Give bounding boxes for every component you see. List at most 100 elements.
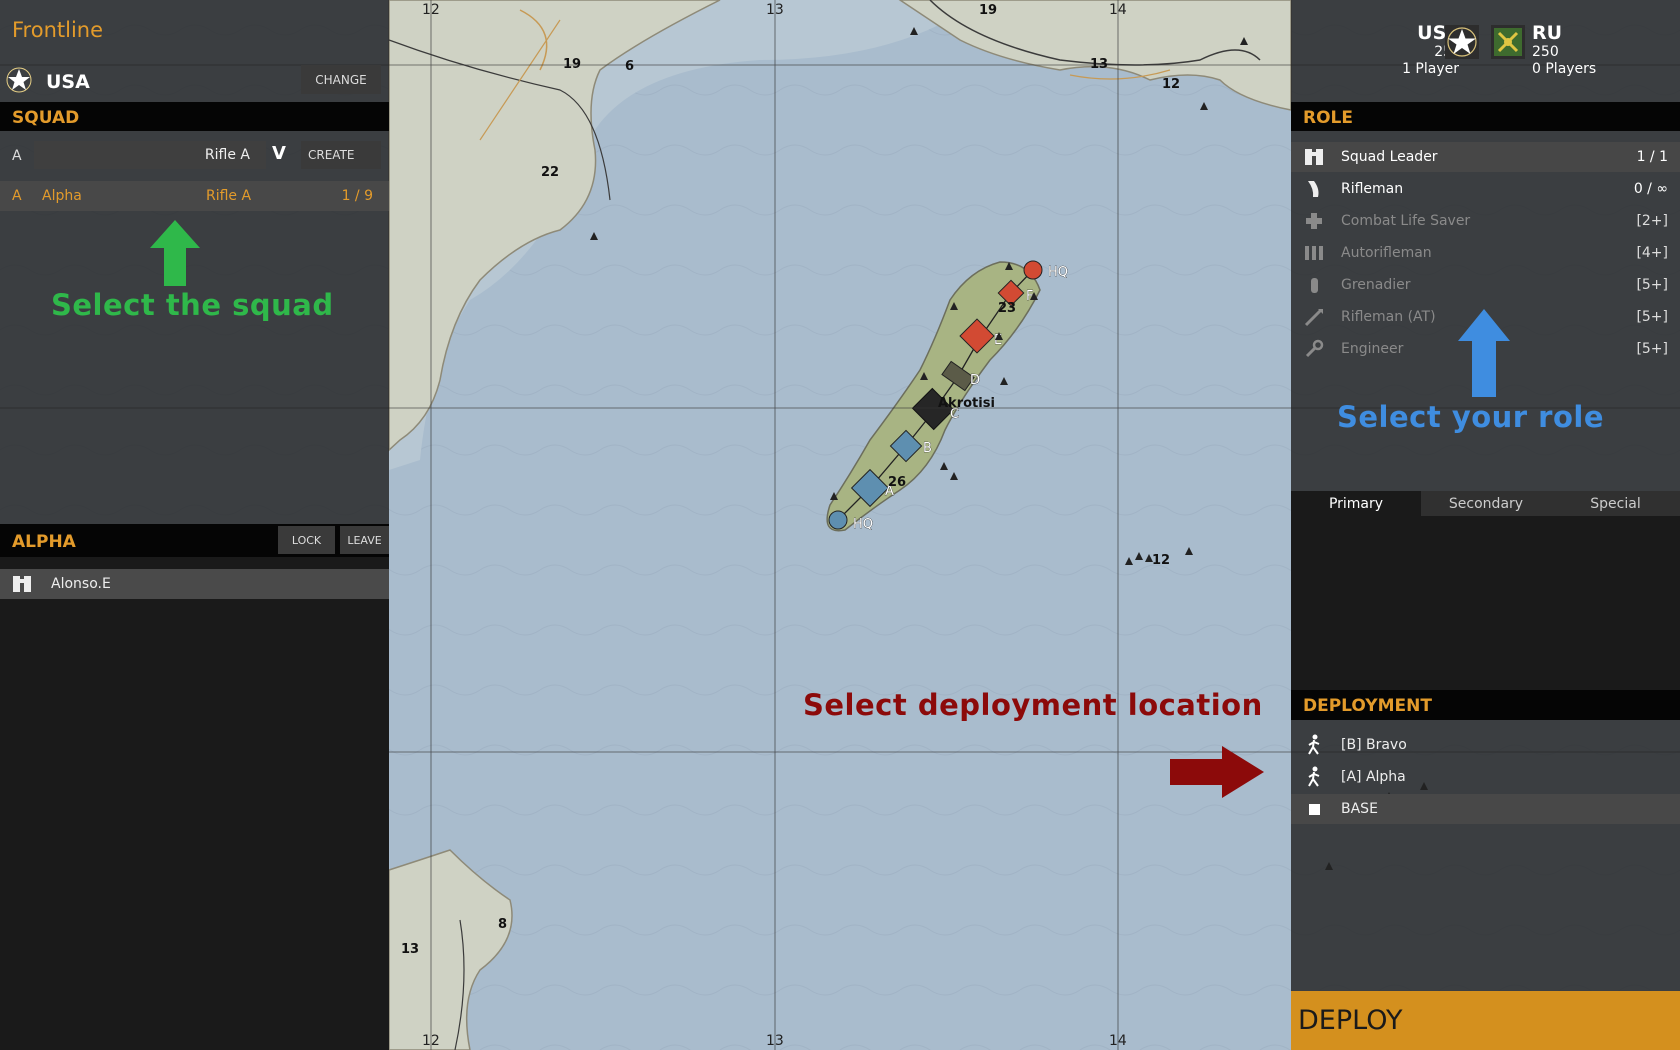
right-panel: USA 250 1 Player RU 250 0 Players ROLE S… (1291, 0, 1680, 1050)
deploy-item-name: BASE (1341, 801, 1378, 817)
town-label: Akrotisi (938, 396, 995, 411)
binoculars-icon (1305, 149, 1323, 165)
elevation-label: 26 (888, 475, 906, 490)
infantry-walking-icon (1308, 766, 1320, 787)
elevation-label: 13 (401, 942, 419, 957)
elevation-label: 23 (998, 301, 1016, 316)
squad-type-dropdown[interactable]: V (272, 143, 286, 164)
elevation-label: 12 (1162, 77, 1180, 92)
ru-player-count: 0 Players (1532, 61, 1597, 77)
arrow-right-icon (1170, 746, 1264, 798)
change-faction-button[interactable]: CHANGE (301, 65, 381, 94)
magazine-icon (1308, 181, 1319, 197)
squad-name: Alpha (42, 188, 82, 204)
deploy-item-alpha[interactable]: [A] Alpha (1291, 762, 1680, 792)
role-count: 0 / ∞ (1633, 181, 1668, 197)
squad-member-row[interactable]: Alonso.E (0, 569, 389, 599)
role-item-combat-life-saver[interactable]: Combat Life Saver [2+] (1291, 206, 1680, 236)
elevation-label: 22 (541, 165, 559, 180)
grid-label: 14 (1109, 2, 1127, 18)
elevation-label: 13 (1090, 57, 1108, 72)
objective-label: HQ (853, 517, 873, 532)
role-count: [4+] (1636, 245, 1668, 261)
objective-label: HQ (1048, 265, 1068, 280)
infantry-walking-icon (1308, 734, 1320, 755)
hint-select-deployment: Select deployment location (803, 688, 1263, 722)
tab-primary[interactable]: Primary (1291, 491, 1421, 516)
arrow-up-icon (1458, 309, 1510, 397)
ru-score: RU 250 (1532, 22, 1562, 60)
role-name: Grenadier (1341, 277, 1411, 293)
usa-player-count: 1 Player (1402, 61, 1459, 77)
ammo-belt-icon (1305, 246, 1323, 260)
role-item-rifleman[interactable]: Rifleman 0 / ∞ (1291, 174, 1680, 204)
hint-select-role: Select your role (1337, 400, 1605, 434)
elevation-label: 12 (1152, 553, 1170, 568)
role-count: 1 / 1 (1636, 149, 1668, 165)
role-count: [5+] (1636, 277, 1668, 293)
deployment-header: DEPLOYMENT (1291, 690, 1680, 720)
role-item-autorifleman[interactable]: Autorifleman [4+] (1291, 238, 1680, 268)
medic-cross-icon (1306, 213, 1322, 229)
squad-name-input[interactable] (34, 141, 266, 169)
squad-members-area (0, 557, 389, 1050)
grid-label: 12 (422, 2, 440, 18)
binoculars-icon (13, 576, 31, 592)
usa-star-icon (6, 67, 32, 93)
grid-label: 13 (766, 1033, 784, 1049)
role-count: [5+] (1636, 341, 1668, 357)
squad-type: Rifle A (206, 188, 252, 204)
squad-list-item[interactable]: A Alpha Rifle A 1 / 9 (0, 181, 389, 211)
rocket-icon (1304, 308, 1323, 327)
deploy-item-name: [B] Bravo (1341, 737, 1407, 753)
deploy-button[interactable]: DEPLOY (1291, 991, 1680, 1050)
lock-squad-button[interactable]: LOCK (278, 526, 335, 554)
grid-label: 13 (766, 2, 784, 18)
role-header: ROLE (1291, 102, 1680, 131)
hint-select-squad: Select the squad (51, 288, 334, 322)
app-title: Frontline (12, 18, 104, 42)
ru-tickets: 250 (1532, 44, 1559, 60)
squad-member-count: 1 / 9 (341, 188, 373, 204)
wrench-icon (1305, 339, 1324, 358)
elevation-label: 6 (625, 59, 634, 74)
elevation-label: 19 (979, 3, 997, 18)
role-item-squad-leader[interactable]: Squad Leader 1 / 1 (1291, 142, 1680, 172)
score-area (1291, 0, 1680, 102)
deployment-list-area (1291, 720, 1680, 991)
faction-name: USA (46, 71, 90, 93)
role-name: Combat Life Saver (1341, 213, 1471, 229)
elevation-label: 19 (563, 57, 581, 72)
deploy-item-name: [A] Alpha (1341, 769, 1406, 785)
ru-team-name: RU (1532, 22, 1563, 44)
squad-member-name: Alonso.E (51, 576, 111, 592)
role-item-grenadier[interactable]: Grenadier [5+] (1291, 270, 1680, 300)
role-name: Autorifleman (1341, 245, 1432, 261)
leave-squad-button[interactable]: LEAVE (340, 526, 389, 554)
role-count: [2+] (1636, 213, 1668, 229)
left-panel: Frontline USA CHANGE SQUAD A V CREATE A … (0, 0, 389, 1050)
create-squad-button[interactable]: CREATE (301, 141, 381, 169)
grid-label: 12 (422, 1033, 440, 1049)
role-count: [5+] (1636, 309, 1668, 325)
role-name: Squad Leader (1341, 149, 1438, 165)
role-name: Rifleman (1341, 181, 1404, 197)
objective-label: B (923, 441, 932, 456)
deploy-item-base[interactable]: BASE (1291, 794, 1680, 824)
squad-letter: A (12, 188, 22, 204)
arrow-up-icon (150, 220, 200, 286)
grenade-icon (1311, 278, 1318, 293)
role-name: Rifleman (AT) (1341, 309, 1436, 325)
deploy-item-bravo[interactable]: [B] Bravo (1291, 730, 1680, 760)
loadout-area (1291, 516, 1680, 690)
tab-secondary[interactable]: Secondary (1421, 491, 1551, 516)
objective-label: D (970, 373, 980, 388)
squad-header: SQUAD (0, 102, 389, 131)
elevation-label: 8 (498, 917, 507, 932)
base-square-icon (1309, 804, 1320, 815)
squad-letter-label: A (12, 148, 22, 164)
tab-special[interactable]: Special (1551, 491, 1680, 516)
grid-label: 14 (1109, 1033, 1127, 1049)
ru-emblem-icon (1491, 25, 1525, 59)
usa-star-icon (1445, 25, 1479, 59)
